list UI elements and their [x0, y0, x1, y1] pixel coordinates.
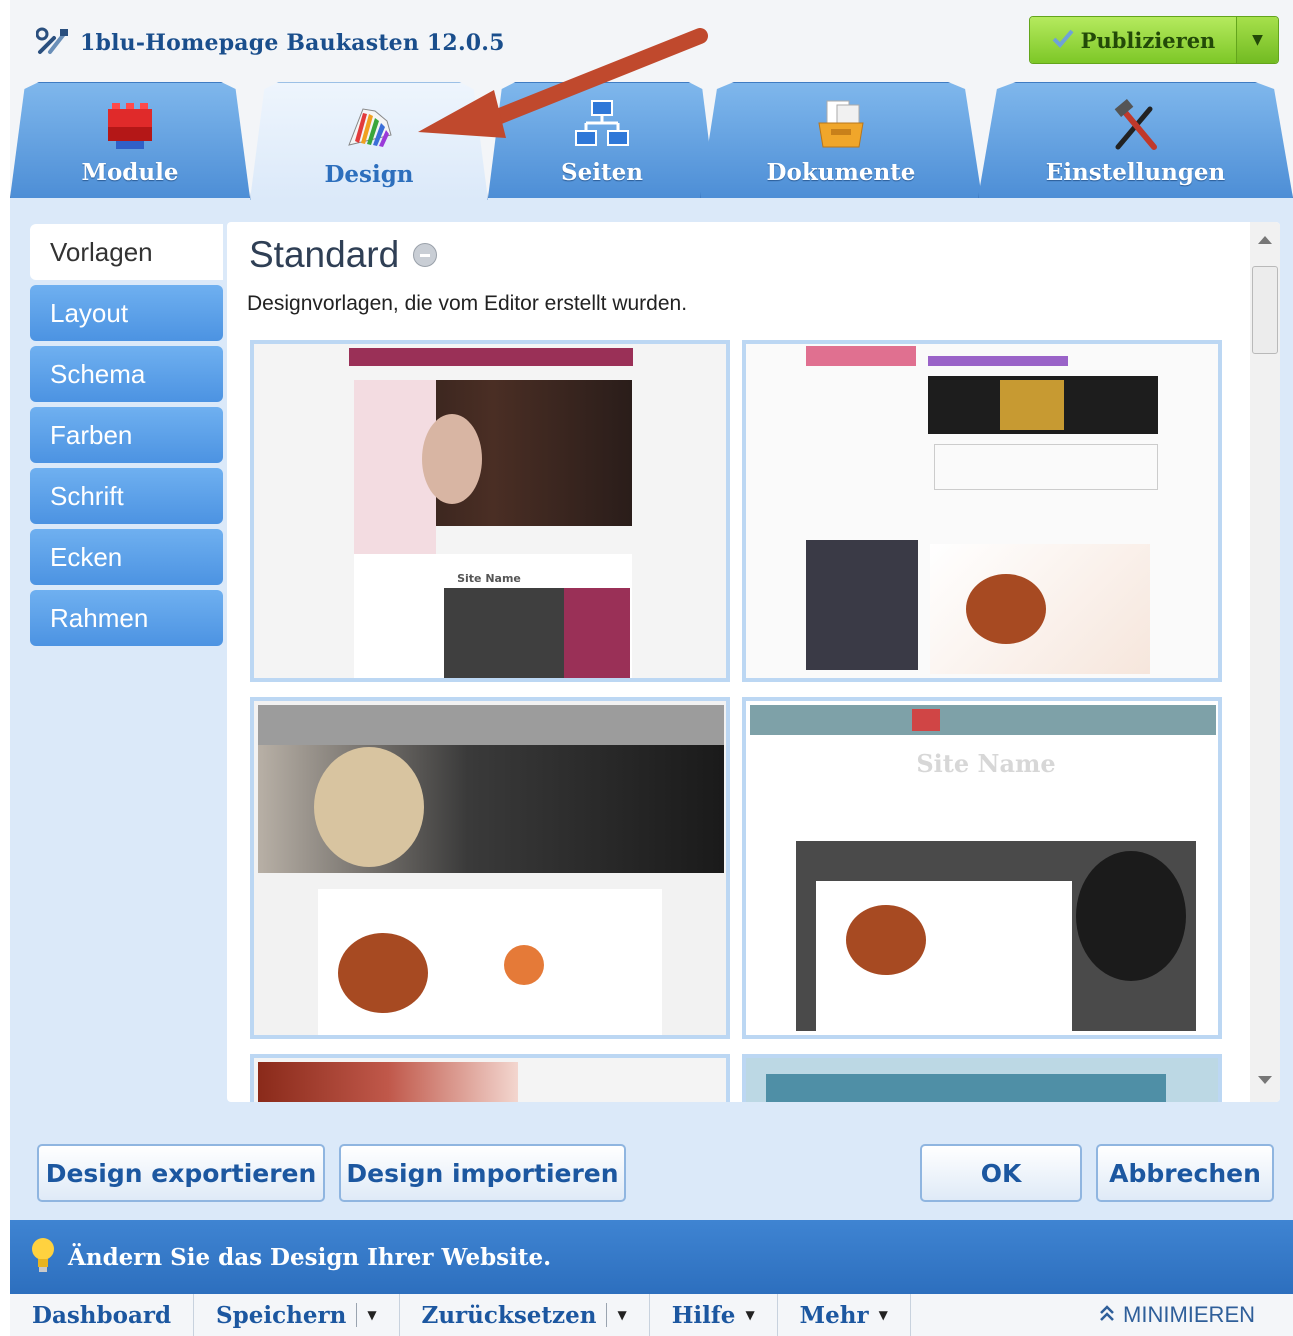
- sidebar-item-ecken[interactable]: Ecken: [30, 529, 223, 585]
- checkmark-icon: [1051, 28, 1075, 53]
- tools-icon: [1108, 97, 1164, 153]
- double-chevron-up-icon: [1099, 1302, 1115, 1328]
- publish-button-group[interactable]: Publizieren ▼: [1029, 16, 1279, 64]
- tab-module-label: Module: [81, 159, 179, 186]
- tab-einstellungen[interactable]: Einstellungen: [978, 82, 1293, 198]
- thumbnail-site-name: Site Name: [916, 749, 1056, 778]
- footer-save[interactable]: Speichern ▼: [194, 1294, 400, 1336]
- template-thumbnail[interactable]: [250, 1054, 730, 1102]
- tab-dokumente-label: Dokumente: [766, 159, 916, 186]
- lego-blocks-icon: [102, 97, 158, 153]
- footer-dashboard[interactable]: Dashboard: [10, 1294, 195, 1336]
- sidebar-item-layout[interactable]: Layout: [30, 285, 223, 341]
- color-palette-icon: [341, 99, 397, 155]
- panel-heading-text: Standard: [249, 234, 400, 275]
- hint-bar: Ändern Sie das Design Ihrer Website.: [10, 1220, 1293, 1294]
- minimize-label: MINIMIEREN: [1123, 1302, 1255, 1327]
- design-import-button[interactable]: Design importieren: [339, 1144, 626, 1202]
- vertical-scrollbar[interactable]: [1250, 222, 1280, 1102]
- sidebar-item-schrift[interactable]: Schrift: [30, 468, 223, 524]
- chevron-down-icon: ▼: [1252, 32, 1263, 48]
- publish-dropdown-button[interactable]: ▼: [1236, 17, 1278, 63]
- publish-button[interactable]: Publizieren: [1030, 17, 1236, 63]
- footer-dashboard-label: Dashboard: [32, 1301, 172, 1329]
- footer-reset[interactable]: Zurücksetzen ▼: [400, 1294, 650, 1336]
- footer-more-label: Mehr: [799, 1301, 869, 1329]
- template-thumbnail[interactable]: [742, 1054, 1222, 1102]
- footer-help[interactable]: Hilfe ▼: [650, 1294, 778, 1336]
- lightbulb-icon: [30, 1235, 56, 1279]
- hint-text: Ändern Sie das Design Ihrer Website.: [68, 1243, 552, 1271]
- chevron-down-icon: ▼: [745, 1308, 755, 1322]
- ok-button[interactable]: OK: [920, 1144, 1082, 1202]
- cancel-button[interactable]: Abbrechen: [1096, 1144, 1274, 1202]
- scrollbar-thumb[interactable]: [1252, 266, 1278, 354]
- scroll-down-icon[interactable]: [1258, 1076, 1272, 1084]
- panel-heading: Standard: [249, 234, 438, 276]
- template-thumbnail[interactable]: [742, 340, 1222, 682]
- sidebar-item-schema[interactable]: Schema: [30, 346, 223, 402]
- thumbnail-site-name: Site Name: [457, 572, 521, 585]
- sidebar-item-vorlagen[interactable]: Vorlagen: [30, 224, 223, 280]
- sidebar-item-farben[interactable]: Farben: [30, 407, 223, 463]
- annotation-arrow: [418, 28, 708, 138]
- footer-toolbar: Dashboard Speichern ▼ Zurücksetzen ▼ Hil…: [10, 1294, 1293, 1336]
- tools-icon: [35, 26, 70, 60]
- minimize-button[interactable]: MINIMIEREN: [1099, 1302, 1255, 1328]
- footer-help-label: Hilfe: [671, 1301, 736, 1329]
- tab-dokumente[interactable]: Dokumente: [700, 82, 982, 198]
- collapse-icon[interactable]: [413, 243, 438, 267]
- template-thumbnail[interactable]: Site Name: [250, 340, 730, 682]
- tab-module[interactable]: Module: [10, 82, 250, 198]
- footer-reset-label: Zurücksetzen: [421, 1301, 597, 1329]
- footer-save-label: Speichern: [216, 1301, 347, 1329]
- chevron-down-icon: ▼: [878, 1308, 888, 1322]
- design-workspace: Vorlagen Layout Schema Farben Schrift Ec…: [10, 198, 1293, 1220]
- panel-description: Designvorlagen, die vom Editor erstellt …: [247, 292, 688, 315]
- template-thumbnail[interactable]: [250, 697, 730, 1039]
- design-sidebar: Vorlagen Layout Schema Farben Schrift Ec…: [30, 224, 223, 651]
- design-export-button[interactable]: Design exportieren: [37, 1144, 325, 1202]
- scroll-up-icon[interactable]: [1258, 236, 1272, 244]
- template-thumbnail[interactable]: Site Name: [742, 697, 1222, 1039]
- chevron-down-icon[interactable]: ▼: [367, 1308, 376, 1322]
- document-box-icon: [813, 97, 869, 153]
- publish-label: Publizieren: [1080, 27, 1216, 53]
- footer-more[interactable]: Mehr ▼: [778, 1294, 911, 1336]
- tab-design-label: Design: [324, 161, 414, 188]
- chevron-down-icon[interactable]: ▼: [617, 1308, 626, 1322]
- tab-seiten-label: Seiten: [561, 159, 643, 186]
- sidebar-item-rahmen[interactable]: Rahmen: [30, 590, 223, 646]
- tab-einstellungen-label: Einstellungen: [1045, 159, 1226, 186]
- template-panel: Standard Designvorlagen, die vom Editor …: [227, 222, 1280, 1102]
